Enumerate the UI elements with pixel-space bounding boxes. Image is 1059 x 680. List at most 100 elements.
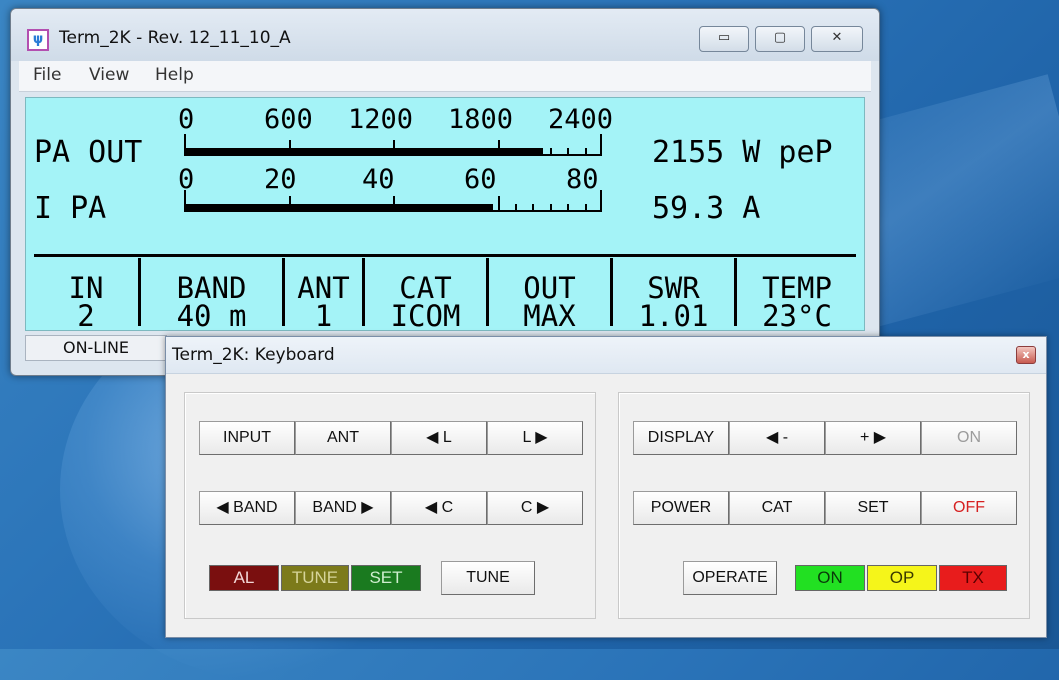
bar-tick [428,148,430,156]
cell-in-value: 2 [77,299,95,333]
bar-tick [445,148,447,156]
plus-button[interactable]: + ▶ [825,421,921,455]
keyboard-close-button[interactable]: x [1016,346,1036,364]
bar-tick [341,204,343,212]
menu-bar: File View Help [19,61,871,92]
cell-swr-value: 1.01 [638,299,709,333]
main-window: ψ Term_2K - Rev. 12_11_10_A ▭ ▢ ✕ File V… [10,8,880,376]
bar-tick [410,204,412,212]
bar-tick [550,204,552,212]
cell-band-head: BAND [176,271,247,305]
bar-tick [254,204,256,212]
bar-tick [376,148,378,156]
band-up-button[interactable]: BAND ▶ [295,491,391,525]
bar-tick [585,148,587,156]
on-indicator: ON [795,565,865,591]
window-title: Term_2K - Rev. 12_11_10_A [59,28,291,48]
tune-indicator: TUNE [281,565,349,591]
power-button[interactable]: POWER [633,491,729,525]
bar-tick [323,204,325,212]
bar-tick [289,140,291,156]
bar-tick [306,148,308,156]
pa-out-value: 2155 W peP [652,135,833,170]
pa-scale-0: 0 [178,104,195,135]
bar-tick [463,148,465,156]
lcd-divider [34,254,856,257]
lcd-display: 0 600 1200 1800 2400 PA OUT 2155 W peP 0… [25,97,865,331]
operate-button[interactable]: OPERATE [683,561,777,595]
right-button-group: DISPLAY ◀ - + ▶ ON POWER CAT SET OFF OPE… [618,392,1030,619]
ant-button[interactable]: ANT [295,421,391,455]
bar-tick [428,204,430,212]
i-pa-value: 59.3 A [652,191,761,226]
bar-tick [498,140,500,156]
l-down-button[interactable]: ◀ L [391,421,487,455]
c-down-button[interactable]: ◀ C [391,491,487,525]
title-bar[interactable]: ψ Term_2K - Rev. 12_11_10_A ▭ ▢ ✕ [11,9,879,61]
menu-file[interactable]: File [33,65,61,85]
cell-temp-value: 23°C [762,299,832,333]
on-button[interactable]: ON [921,421,1017,455]
band-down-button[interactable]: ◀ BAND [199,491,295,525]
minus-button[interactable]: ◀ - [729,421,825,455]
keyboard-title: Term_2K: Keyboard [172,345,335,365]
pa-scale-1200: 1200 [348,104,414,135]
cell-cat-head: CAT [399,271,452,305]
tune-button[interactable]: TUNE [441,561,535,595]
bar-tick [463,204,465,212]
bar-tick [271,204,273,212]
cell-ant-value: 1 [314,299,333,333]
cell-swr-head: SWR [647,271,700,305]
bar-tick [567,148,569,156]
maximize-button[interactable]: ▢ [755,26,805,52]
bar-tick [567,204,569,212]
pa-scale-600: 600 [264,104,313,135]
keyboard-title-bar[interactable]: Term_2K: Keyboard x [166,337,1046,374]
cat-button[interactable]: CAT [729,491,825,525]
set-button[interactable]: SET [825,491,921,525]
bar-tick [532,148,534,156]
left-button-group: INPUT ANT ◀ L L ▶ ◀ BAND BAND ▶ ◀ C C ▶ … [184,392,596,619]
c-up-button[interactable]: C ▶ [487,491,583,525]
bar-tick [480,204,482,212]
bar-tick [219,204,221,212]
bar-tick [341,148,343,156]
ipa-bar-end [600,190,602,212]
cell-temp-head: TEMP [762,271,832,305]
bar-tick [532,204,534,212]
bar-tick [271,148,273,156]
display-button[interactable]: DISPLAY [633,421,729,455]
bar-tick [289,196,291,212]
tx-indicator: TX [939,565,1007,591]
bar-tick [498,196,500,212]
bar-tick [515,148,517,156]
input-button[interactable]: INPUT [199,421,295,455]
cell-band-value: 40 m [176,299,247,333]
off-button[interactable]: OFF [921,491,1017,525]
l-up-button[interactable]: L ▶ [487,421,583,455]
minimize-button[interactable]: ▭ [699,26,749,52]
bar-tick [323,148,325,156]
bar-tick [236,148,238,156]
i-pa-bar-graph [184,186,602,220]
bar-tick [376,204,378,212]
cell-in-head: IN [68,271,104,305]
keyboard-window: Term_2K: Keyboard x INPUT ANT ◀ L L ▶ ◀ … [165,336,1047,638]
bar-tick [201,148,203,156]
status-online: ON-LINE [25,335,167,361]
close-button[interactable]: ✕ [811,26,863,52]
bar-tick [445,204,447,212]
cell-ant-head: ANT [297,271,350,305]
set-indicator: SET [351,565,421,591]
pa-bar-end [600,134,602,156]
cell-cat-value: ICOM [390,299,461,333]
bar-tick [585,204,587,212]
bar-tick [480,148,482,156]
bar-tick [306,204,308,212]
menu-view[interactable]: View [89,65,129,85]
bar-tick [201,204,203,212]
menu-help[interactable]: Help [155,65,194,85]
bar-tick [236,204,238,212]
bar-tick [515,204,517,212]
usb-icon: ψ [27,29,49,51]
